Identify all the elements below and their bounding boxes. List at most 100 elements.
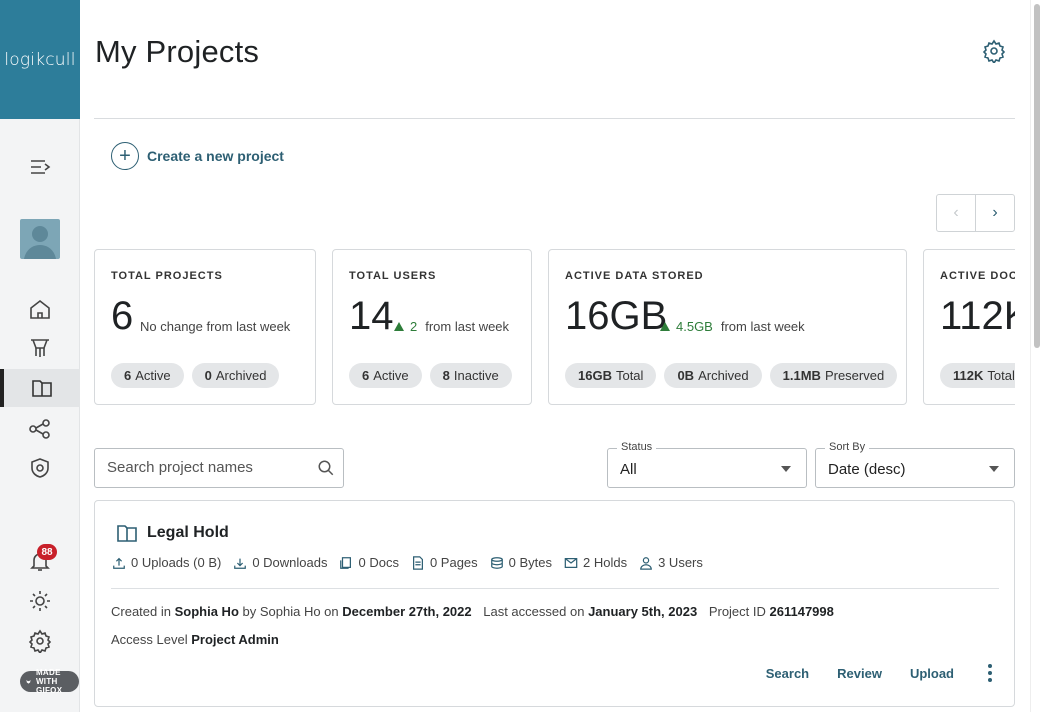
status-value: All [620,461,637,478]
stat-value: 16GB [565,294,668,338]
share-icon[interactable] [0,410,80,448]
stat-pills: 16GB Total 0B Archived 1.1MB Preserved [565,363,898,388]
caret-down-icon [781,466,791,472]
gifox-watermark: MADE WITH GIFOX [20,668,79,695]
stat-pill: 0 Archived [191,363,280,388]
project-divider [111,588,999,589]
stat-label: ACTIVE DATA STORED [565,270,704,282]
stat-pill: 8 Inactive [429,363,512,388]
pill-num: 1.1MB [782,368,821,383]
stat-card-active-data: ACTIVE DATA STORED 16GB 4.5GB from last … [548,249,907,405]
pill-num: 6 [124,368,132,383]
stat-value: 6 [111,294,134,338]
sort-label: Sort By [825,441,870,453]
stat-text: 0 Bytes [508,555,553,570]
sidebar: logikcull 88 MADE WITH GIFOX [0,0,80,712]
stat-delta-text: from last week [720,319,805,334]
database-icon [490,556,503,569]
menu-collapse-icon[interactable] [0,148,80,186]
user-icon [640,556,652,570]
chevron-right-icon[interactable]: › [976,195,1014,231]
projects-icon[interactable] [0,369,80,407]
arrow-up-icon [394,322,404,331]
pill-text: Total [987,368,1015,383]
search-link[interactable]: Search [766,666,809,681]
fox-icon [26,679,31,684]
pill-num: 0B [677,368,695,383]
shield-icon[interactable] [0,449,80,487]
avatar[interactable] [20,219,60,259]
home-icon[interactable] [0,290,80,328]
scrollbar-thumb[interactable] [1034,4,1040,348]
pill-text: Total [615,368,644,383]
pill-num: 112K [953,368,984,383]
stat-text: 0 Pages [429,555,478,570]
download-icon [234,558,247,569]
search-input[interactable] [107,459,307,476]
caret-down-icon [989,466,999,472]
stat-delta: 4.5GB from last week [660,319,805,334]
project-title[interactable]: Legal Hold [147,524,229,542]
stat-text: 0 Uploads (0 B) [131,555,222,570]
stat-text: 2 Holds [583,555,628,570]
more-options-icon[interactable] [982,664,998,682]
meta-label: by Sophia Ho on [242,604,339,619]
meta-label: Created in [111,604,171,619]
stat-delta: No change from last week [140,319,290,334]
stat-text: 0 Docs [358,555,399,570]
stat-card-active-documents: ACTIVE DOCUMENTS 112K 112KTotal [923,249,1015,405]
meta-value: 261147998 [769,604,834,619]
create-project-button[interactable]: + Create a new project [111,142,284,170]
sun-icon[interactable] [0,582,80,620]
gifox-label: MADE WITH GIFOX [35,668,63,695]
project-stat-users: 3 Users [639,555,703,570]
page-icon [412,555,423,570]
stat-label: TOTAL PROJECTS [111,270,223,282]
project-title-row[interactable]: Legal Hold [115,521,229,545]
stats-pager: ‹ › [936,194,1015,232]
stat-text: 0 Downloads [252,555,328,570]
chevron-left-icon[interactable]: ‹ [937,195,976,231]
stat-pill: 0B Archived [664,363,762,388]
stat-pill: 1.1MB Preserved [769,363,898,388]
project-card: Legal Hold 0 Uploads (0 B) 0 Downloads 0… [94,500,1015,707]
pill-num: 8 [442,368,450,383]
pill-text: Active [373,368,409,383]
stat-pill: 16GB Total [565,363,657,388]
project-folder-icon [117,525,137,542]
sort-select[interactable]: Sort By Date (desc) [815,441,1015,488]
settings-icon[interactable] [982,39,1006,65]
status-label: Status [617,441,657,453]
meta-label: Last accessed on [483,604,585,619]
stat-pills: 6 Active 8 Inactive [349,363,512,388]
stat-pill: 112K Total [940,363,1015,388]
pill-text: Archived [698,368,749,383]
project-stat-pages: 0 Pages [411,555,478,570]
project-stat-uploads: 0 Uploads (0 B) [112,555,221,570]
pill-num: 16GB [578,368,612,383]
stat-card-total-users: TOTAL USERS 14 2 from last week 6 Active … [332,249,532,405]
stat-delta-value: 2 [410,319,418,334]
main-content: My Projects + Create a new project ‹ › T… [80,0,1030,712]
stat-pills: 6 Active 0 Archived [111,363,280,388]
gear-icon[interactable] [0,622,80,660]
stat-label: TOTAL USERS [349,270,437,282]
review-link[interactable]: Review [837,666,882,681]
logo[interactable]: logikcull [0,0,80,119]
search-icon[interactable] [317,459,335,477]
project-stat-holds: 2 Holds [564,555,627,570]
stat-delta: 2 from last week [394,319,509,334]
project-stat-downloads: 0 Downloads [233,555,327,570]
pill-num: 0 [204,368,212,383]
meta-label: Project ID [708,604,766,619]
create-project-label: Create a new project [147,148,284,164]
header-divider [94,118,1015,119]
upload-link[interactable]: Upload [910,666,954,681]
stat-card-total-projects: TOTAL PROJECTS 6 No change from last wee… [94,249,316,405]
scrollbar[interactable] [1030,0,1042,712]
status-select[interactable]: Status All [607,441,807,488]
project-stats: 0 Uploads (0 B) 0 Downloads 0 Docs 0 Pag… [112,555,703,570]
arrow-up-icon [660,322,670,331]
stat-delta-text: from last week [425,319,510,334]
broadcast-icon[interactable] [0,329,80,367]
